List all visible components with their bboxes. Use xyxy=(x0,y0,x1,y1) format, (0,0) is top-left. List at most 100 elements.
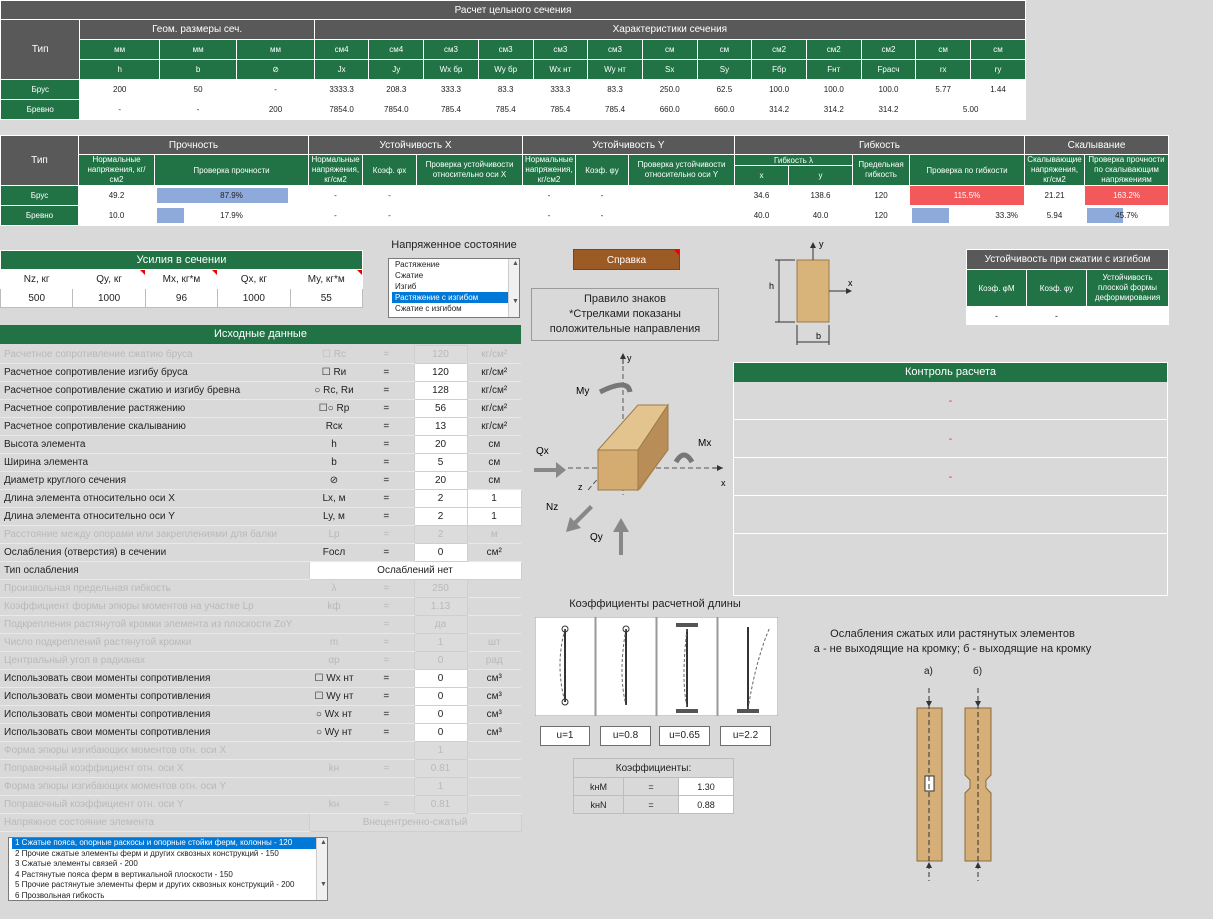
flex-option[interactable]: 1 Сжатые пояса, опорные раскосы и опорны… xyxy=(12,838,324,849)
section-x-label: x xyxy=(848,278,853,288)
input-unit xyxy=(467,579,521,598)
input-value[interactable]: 0 xyxy=(413,705,468,724)
flex-option[interactable]: 5 Прочие растянутые элементы ферм и друг… xyxy=(12,880,324,891)
force-input[interactable]: 1000 xyxy=(72,288,146,308)
input-value[interactable]: 2 xyxy=(413,489,468,508)
input-eq: = xyxy=(359,489,414,508)
input-value[interactable]: 120 xyxy=(413,363,468,382)
input-value[interactable]: 0 xyxy=(413,687,468,706)
stress-option[interactable]: Растяжение с изгибом xyxy=(392,292,516,303)
flex-scrollbar[interactable]: ▲ ▼ xyxy=(316,838,327,900)
h-shearcheck: Проверка прочности по скалывающим напряж… xyxy=(1084,154,1170,186)
param-name-cell: Fрасч xyxy=(860,59,917,80)
input-value[interactable]: 0 xyxy=(413,723,468,742)
type-header: Тип xyxy=(0,19,81,80)
stab-h-coefy: Коэф. φy xyxy=(1026,269,1087,307)
stress-listbox[interactable]: Растяжение Сжатие Изгиб Растяжение с изгибо… xyxy=(388,258,520,318)
input-title: Исходные данные xyxy=(0,325,521,344)
input-label: Число подкреплений растянутой кромки xyxy=(0,633,309,652)
input-unit: кг/см² xyxy=(467,363,521,382)
value-cell: 100.0 xyxy=(805,79,862,100)
input-value: да xyxy=(413,615,468,634)
input-value[interactable]: 0 xyxy=(413,669,468,688)
coef-value: 1.30 xyxy=(678,777,734,796)
stress-option[interactable]: Растяжение xyxy=(392,259,516,270)
stress-option[interactable]: Сжатие xyxy=(392,270,516,281)
param-name-cell: ⊘ xyxy=(236,59,315,80)
t2-row-label: Бревно xyxy=(0,205,79,226)
input-value[interactable]: 2 xyxy=(413,507,468,526)
input-unit: кг/см² xyxy=(467,381,521,400)
value-cell: 5.00 xyxy=(915,99,1026,120)
input-value[interactable]: 56 xyxy=(413,399,468,418)
input-unit: см xyxy=(467,435,521,454)
flex-option[interactable]: 4 Растянутые пояса ферм в вертикальной п… xyxy=(12,870,324,881)
input-label: Расчетное сопротивление растяжению xyxy=(0,399,309,418)
force-input[interactable]: 96 xyxy=(144,288,219,308)
input-eq: = xyxy=(359,399,414,418)
input-value[interactable]: 20 xyxy=(413,471,468,490)
forces-title: Усилия в сечении xyxy=(0,250,363,270)
weak-diagram xyxy=(916,688,992,881)
input-symbol: kн xyxy=(309,759,359,778)
input-value[interactable]: 5 xyxy=(413,453,468,472)
coef-fy: - xyxy=(575,185,629,206)
input-value[interactable]: 13 xyxy=(413,417,468,436)
input-eq xyxy=(359,741,414,760)
value-cell: 785.4 xyxy=(423,99,479,120)
help-button[interactable]: Справка xyxy=(573,249,680,270)
value-cell: 83.3 xyxy=(477,79,534,100)
stress-option[interactable]: Сжатие с изгибом xyxy=(392,303,516,314)
input-label: Поправочный коэффициент отн. оси X xyxy=(0,759,309,778)
input-extra[interactable]: 1 xyxy=(466,507,522,526)
input-label: Подкрепления растянутой кромки элемента … xyxy=(0,615,309,634)
input-eq: = xyxy=(359,633,414,652)
input-extra[interactable]: 1 xyxy=(466,489,522,508)
force-input[interactable]: 55 xyxy=(289,288,363,308)
input-unit: кг/см² xyxy=(467,345,521,364)
input-value[interactable]: 128 xyxy=(413,381,468,400)
input-eq: = xyxy=(359,723,414,742)
label-mx: Mx xyxy=(698,438,711,449)
checks-table: Тип Прочность Устойчивость X Устойчивост… xyxy=(0,135,1170,226)
input-eq: = xyxy=(359,669,414,688)
len-coef-title: Коэффициенты расчетной длины xyxy=(569,598,741,610)
param-name-cell: Wx нт xyxy=(532,59,589,80)
section-b-label: b xyxy=(816,331,821,341)
flex-check: 115.5% xyxy=(908,185,1026,206)
flex-option[interactable]: 2 Прочие сжатые элементы ферм и других с… xyxy=(12,849,324,860)
input-symbol: ☐ Wx нт xyxy=(309,669,359,688)
input-symbol: Ly, м xyxy=(309,507,359,526)
control-line-empty xyxy=(734,496,1167,534)
input-value[interactable]: 20 xyxy=(413,435,468,454)
input-symbol: αр xyxy=(309,651,359,670)
len-coef-label: u=0.65 xyxy=(659,726,710,746)
h-checky: Проверка устойчивости относительно оси Y xyxy=(628,154,735,186)
input-eq: = xyxy=(359,687,414,706)
input-eq: = xyxy=(359,363,414,382)
value-cell: 785.4 xyxy=(587,99,643,120)
h-fy: y xyxy=(788,165,853,186)
weak-line2: а - не выходящие на кромку; б - выходящи… xyxy=(813,643,1092,655)
flex-option[interactable]: 6 Прозвольная гибкость xyxy=(12,891,324,901)
unit-cell: см2 xyxy=(751,39,807,60)
input-symbol xyxy=(309,615,359,634)
input-unit: см xyxy=(467,471,521,490)
h-coefy: Коэф. φy xyxy=(575,154,629,186)
flex-listbox[interactable]: 1 Сжатые пояса, опорные раскосы и опорны… xyxy=(8,837,328,901)
input-value: 1.13 xyxy=(413,597,468,616)
sign-rule-box: Правило знаков *Стрелками показаны полож… xyxy=(531,288,719,341)
input-value[interactable]: 0 xyxy=(413,543,468,562)
stress-scrollbar[interactable]: ▲ ▼ xyxy=(508,259,519,317)
input-eq: = xyxy=(359,543,414,562)
input-select[interactable]: Ослаблений нет xyxy=(308,561,522,580)
stress-option[interactable]: Изгиб xyxy=(392,281,516,292)
input-label: Длина элемента относительно оси Y xyxy=(0,507,309,526)
norm-stress-y: - xyxy=(522,185,576,206)
flex-option[interactable]: 3 Сжатые элементы связей - 200 xyxy=(12,859,324,870)
force-input[interactable]: 1000 xyxy=(217,288,291,308)
value-cell: 50 xyxy=(158,79,238,100)
force-input[interactable]: 500 xyxy=(0,288,74,308)
force-header: Mx, кг*м xyxy=(144,269,219,289)
input-label: Использовать свои моменты сопротивления xyxy=(0,687,309,706)
